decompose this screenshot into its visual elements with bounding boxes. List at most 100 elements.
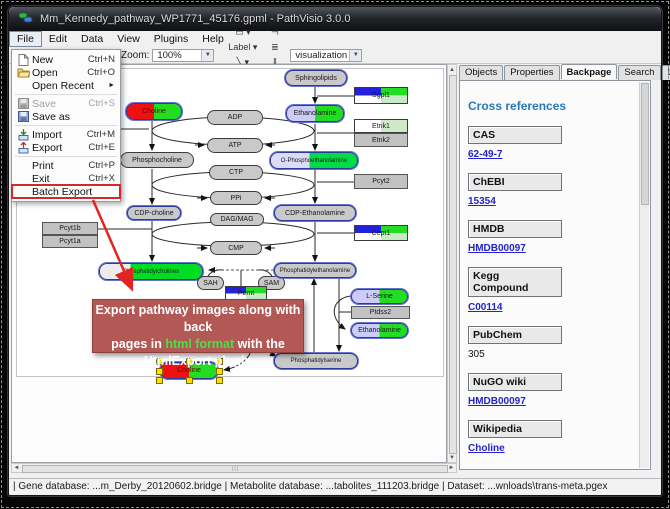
pathway-node-etnk1[interactable]: Etnk1 xyxy=(354,119,408,133)
menubar-item-edit[interactable]: Edit xyxy=(42,32,74,46)
backpage-panel: Cross references CAS62-49-7 ChEBI15354 HMD… xyxy=(459,80,651,470)
annotation-callout: Export pathway images along with back pa… xyxy=(92,299,304,353)
zoom-label: Zoom: xyxy=(121,50,149,61)
node-label: Phosphatidylethanolamine xyxy=(280,268,350,274)
node-label: PPi xyxy=(231,195,242,202)
pathway-node-ppi[interactable]: PPi xyxy=(210,191,262,205)
xref-link[interactable]: Choline xyxy=(468,443,636,454)
xref-link[interactable]: C00114 xyxy=(468,302,636,313)
xref-section-chebi: ChEBI15354 xyxy=(468,173,636,207)
node-label: Choline xyxy=(142,108,166,115)
align-center-button[interactable]: ⊥ xyxy=(266,10,283,25)
selection-handle[interactable] xyxy=(216,377,223,384)
xref-section-wikipedia: Wikipedia Choline xyxy=(468,420,636,454)
pathway-node-choline-top[interactable]: Choline xyxy=(126,103,182,120)
tab-properties[interactable]: Properties xyxy=(504,65,559,80)
chevron-down-icon[interactable]: ▼ xyxy=(349,50,361,61)
pathway-node-ctp[interactable]: CTP xyxy=(209,165,263,180)
pathway-node-cept1[interactable]: Cept1 xyxy=(354,225,408,241)
pathway-node-sah[interactable]: SAH xyxy=(197,276,224,290)
xref-link[interactable]: HMDB00097 xyxy=(468,243,636,254)
menubar-item-data[interactable]: Data xyxy=(74,32,110,46)
align-middle-button[interactable]: ⊣ xyxy=(266,25,283,40)
pathway-node-pcyt1b[interactable]: Pcyt1b xyxy=(42,222,98,235)
vertical-scrollbar[interactable]: ▲ ▼ xyxy=(447,64,457,463)
import-icon xyxy=(15,129,32,141)
menu-item-export[interactable]: ExportCtrl+E xyxy=(12,141,120,154)
pathway-node-sphingolipids[interactable]: Sphingolipids xyxy=(285,70,347,86)
horizontal-scrollbar[interactable]: ◄ ∣∣∣ ► xyxy=(11,463,457,473)
saveas-icon xyxy=(15,111,32,122)
pathway-node-cdp-ethanolamine[interactable]: CDP-Ethanolamine xyxy=(274,205,356,221)
distribute-horizontal-button[interactable]: ≣ xyxy=(266,40,283,55)
cross-references-heading: Cross references xyxy=(468,99,636,113)
xref-value: 305 xyxy=(468,349,636,360)
node-label: Sphingolipids xyxy=(295,75,337,82)
node-label: SAH xyxy=(203,280,217,287)
selection-handle[interactable] xyxy=(186,377,193,384)
pathway-node-adp[interactable]: ADP xyxy=(207,110,263,125)
menubar-item-plugins[interactable]: Plugins xyxy=(147,32,195,46)
callout-line3: HtmlExport plugin xyxy=(93,353,303,370)
pathway-node-dag-mag[interactable]: DAG/MAG xyxy=(210,213,264,226)
pathway-node-cdp-choline[interactable]: CDP-choline xyxy=(127,206,181,220)
menu-item-exit[interactable]: ExitCtrl+X xyxy=(12,172,120,185)
menu-item-open[interactable]: OpenCtrl+O xyxy=(12,66,120,79)
pathway-node-atp[interactable]: ATP xyxy=(207,138,263,153)
menu-item-open-recent[interactable]: Open Recent► xyxy=(12,79,120,92)
visualization-value: visualization xyxy=(295,50,347,61)
datanode-tool-button[interactable]: ▭ ▾ xyxy=(227,25,258,40)
visualization-combobox[interactable]: visualization ▼ xyxy=(290,49,362,62)
pathway-node-o-phosphoethanolamine[interactable]: O-Phosphoethanolamine xyxy=(270,152,358,169)
menu-item-save-as[interactable]: Save as xyxy=(12,110,120,123)
xref-section-title: Wikipedia xyxy=(468,420,562,438)
xref-section-cas: CAS62-49-7 xyxy=(468,126,636,160)
save-icon xyxy=(15,98,32,109)
menu-item-print[interactable]: PrintCtrl+P xyxy=(12,159,120,172)
menu-item-import[interactable]: ImportCtrl+M xyxy=(12,128,120,141)
menu-separator xyxy=(15,94,117,95)
pathway-node-phosphocholine[interactable]: Phosphocholine xyxy=(120,152,194,168)
window-title: Mm_Kennedy_pathway_WP1771_45176.gpml - P… xyxy=(40,13,350,25)
tab-search[interactable]: Search xyxy=(618,65,660,80)
xref-section-hmdb: HMDBHMDB00097 xyxy=(468,220,636,254)
xref-link[interactable]: 15354 xyxy=(468,196,636,207)
tab-backpage[interactable]: Backpage xyxy=(561,64,618,79)
callout-line2: pages in html format with the xyxy=(93,336,303,353)
pathway-node-ptdss2[interactable]: Ptdss2 xyxy=(351,306,410,319)
pathway-node-cmp[interactable]: CMP xyxy=(210,241,262,255)
panel-scrollbar[interactable] xyxy=(639,82,649,468)
side-panel-tabs: ObjectsPropertiesBackpageSearchLegend xyxy=(459,65,653,80)
menu-item-new[interactable]: NewCtrl+N xyxy=(12,53,120,66)
menubar-item-file[interactable]: File xyxy=(9,31,42,47)
node-label: Pcyt1b xyxy=(59,225,80,232)
node-label: Phosphatidylcholines xyxy=(123,269,179,275)
pathway-node-ethanolamine-bottom[interactable]: Ethanolamine xyxy=(351,323,408,338)
pathway-node-sgpl1[interactable]: Sgpl1 xyxy=(354,87,408,104)
xref-section-title: NuGO wiki xyxy=(468,373,562,391)
tab-objects[interactable]: Objects xyxy=(459,65,503,80)
xref-link[interactable]: 62-49-7 xyxy=(468,149,636,160)
title-bar[interactable]: Mm_Kennedy_pathway_WP1771_45176.gpml - P… xyxy=(9,7,661,31)
xref-section-title: PubChem xyxy=(468,326,562,344)
pathway-node-phosphatidylcholines[interactable]: Phosphatidylcholines xyxy=(99,263,203,280)
label-tool-button[interactable]: Label ▾ xyxy=(227,40,258,55)
menu-item-batch-export[interactable]: Batch Export xyxy=(12,185,120,198)
xref-link[interactable]: HMDB00097 xyxy=(468,396,636,407)
chevron-down-icon[interactable]: ▼ xyxy=(201,50,213,61)
menubar-item-view[interactable]: View xyxy=(110,32,147,46)
pathway-node-etnk2[interactable]: Etnk2 xyxy=(354,133,408,147)
pathway-node-pcyt2[interactable]: Pcyt2 xyxy=(354,174,408,189)
selection-handle[interactable] xyxy=(156,377,163,384)
callout-line1: Export pathway images along with back xyxy=(93,302,303,336)
export-icon xyxy=(15,142,32,154)
pathway-node-pcyt1a[interactable]: Pcyt1a xyxy=(42,235,98,248)
zoom-combobox[interactable]: 100% ▼ xyxy=(152,49,214,62)
node-label: Etnk1 xyxy=(372,123,390,130)
node-label: Ethanolamine xyxy=(294,110,337,117)
pathway-node-phosphatidylethanolamine[interactable]: Phosphatidylethanolamine xyxy=(274,263,356,278)
pathway-node-ethanolamine-top[interactable]: Ethanolamine xyxy=(286,105,344,122)
menu-item-save[interactable]: SaveCtrl+S xyxy=(12,97,120,110)
pathway-node-l-serine[interactable]: L-Serine xyxy=(351,289,408,304)
tab-legend[interactable]: Legend xyxy=(662,65,670,80)
